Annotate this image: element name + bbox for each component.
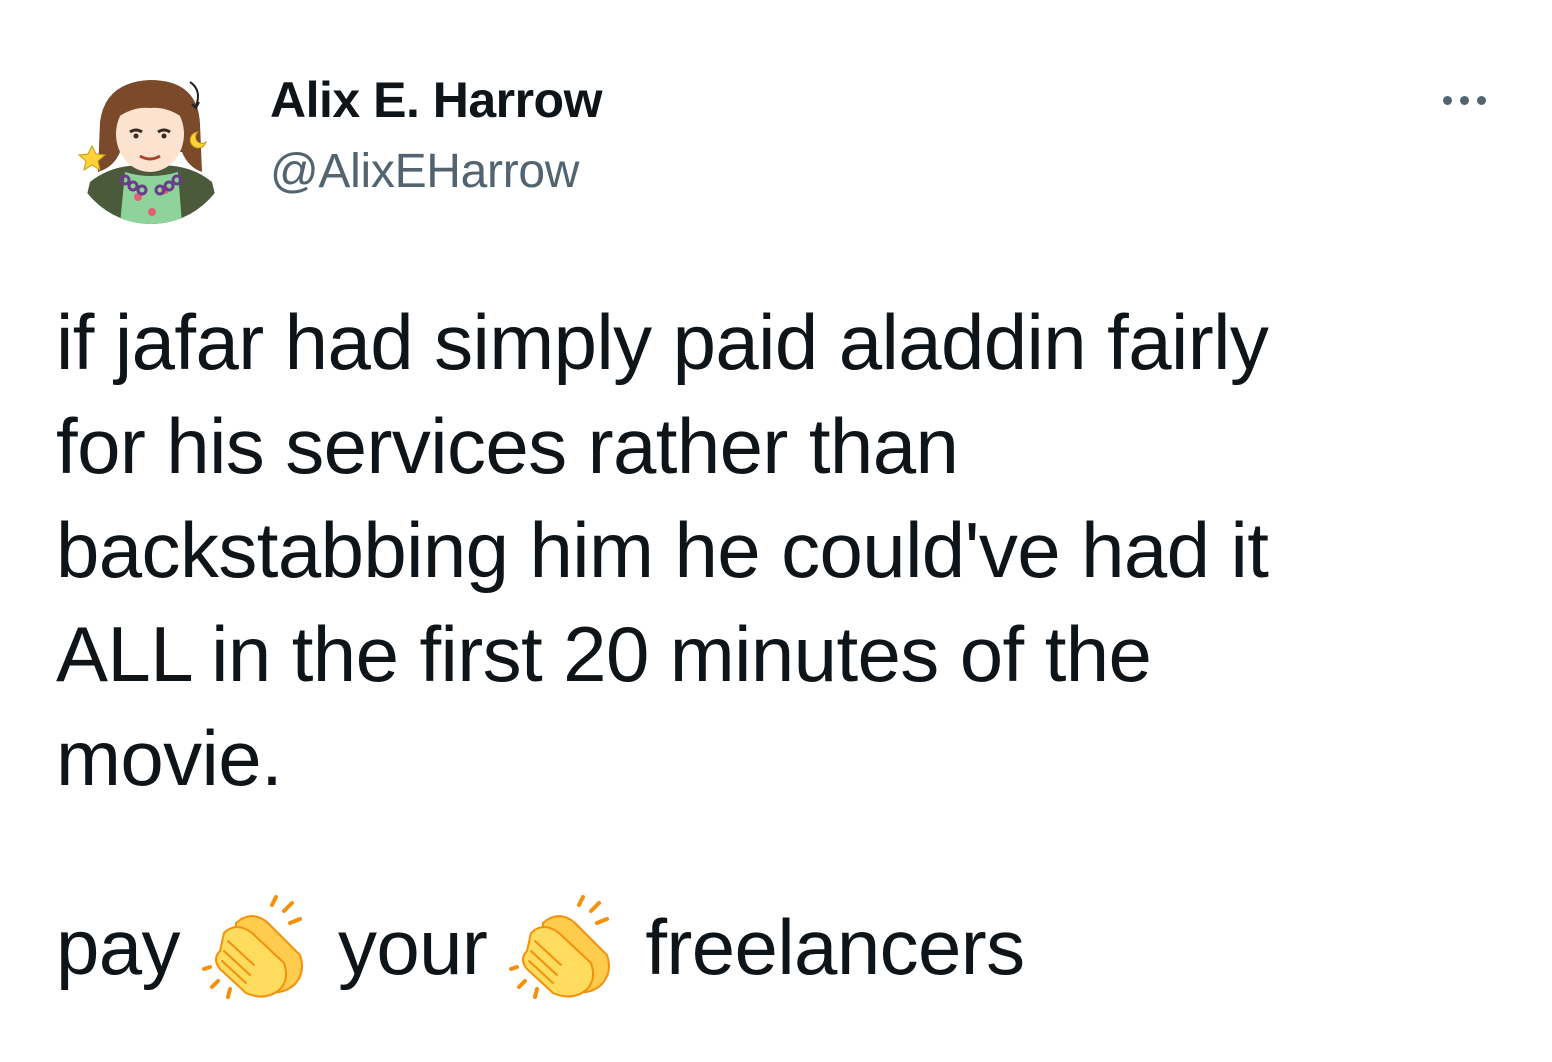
more-options-icon — [1476, 95, 1486, 105]
tweet-text-line: if jafar had simply paid aladdin fairly — [56, 298, 1269, 386]
footer-word-your: your — [337, 902, 488, 991]
more-options-button[interactable] — [1428, 80, 1500, 120]
tweet-text-line: for his services rather than — [56, 402, 959, 490]
tweet-text-line: ALL in the first 20 minutes of the — [56, 610, 1152, 698]
clapping-hands-icon — [509, 893, 621, 1001]
footer-word-pay: pay — [56, 902, 181, 991]
tweet-text-line: backstabbing him he could've had it — [56, 506, 1269, 594]
tweet-card: Alix E. Harrow @AlixEHarrow if jafar had… — [0, 0, 1552, 1062]
footer-word-freelancers: freelancers — [645, 902, 1025, 991]
tweet-text-line: movie. — [56, 714, 283, 802]
author-display-name[interactable]: Alix E. Harrow — [270, 70, 603, 130]
more-options-icon — [1442, 95, 1452, 105]
author-avatar[interactable] — [70, 62, 232, 224]
tweet-text: if jafar had simply paid aladdin fairly … — [56, 290, 1496, 810]
more-options-icon — [1459, 95, 1469, 105]
author-handle[interactable]: @AlixEHarrow — [270, 144, 579, 200]
clapping-hands-icon — [201, 893, 314, 1001]
tweet-footer-text: pay your freelancers — [56, 892, 1025, 1002]
portrait-avatar-icon — [77, 80, 222, 224]
